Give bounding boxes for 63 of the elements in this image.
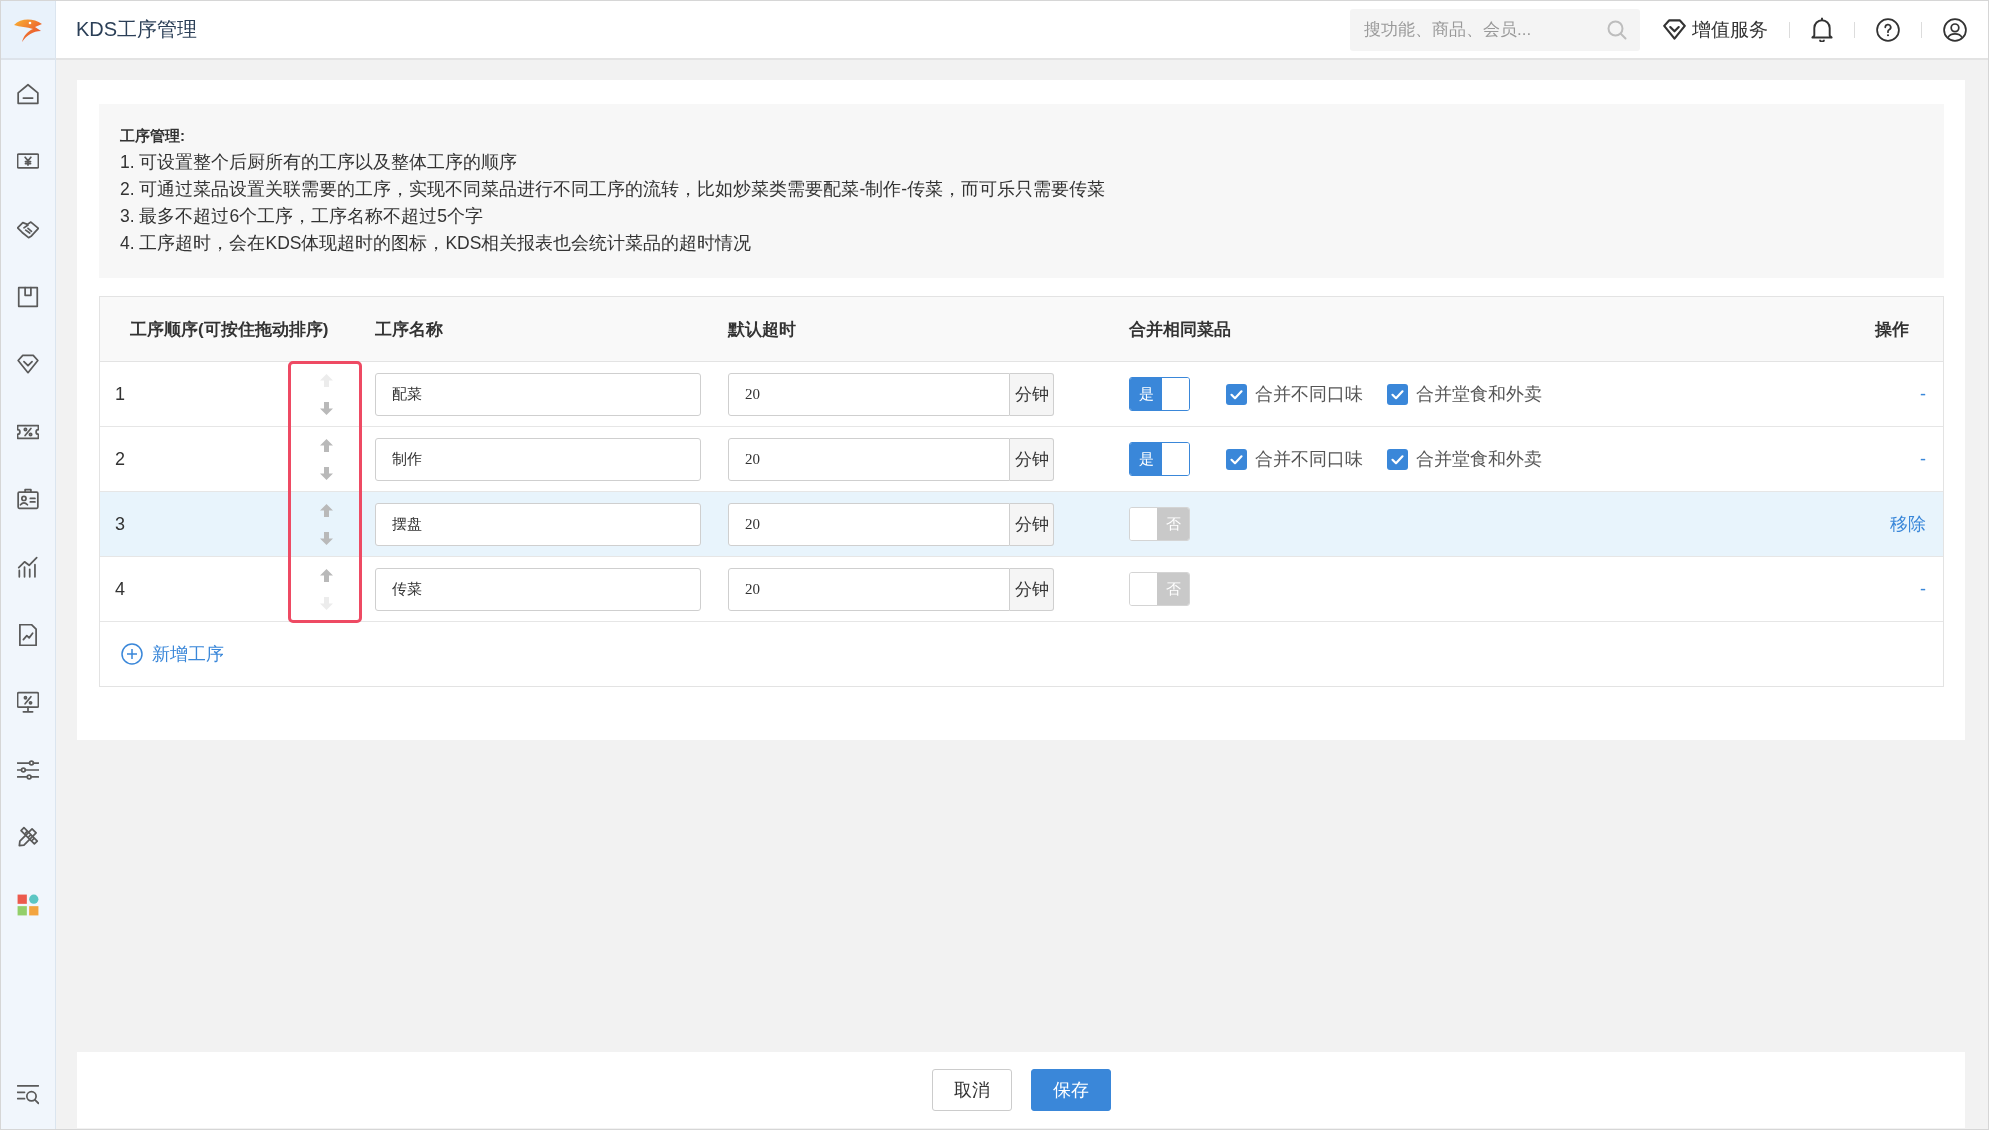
- unit-label: 分钟: [1010, 437, 1054, 481]
- notes-line: 3. 最多不超过6个工序，工序名称不超过5个字: [120, 205, 484, 228]
- order-number: 3: [115, 513, 126, 535]
- search-field[interactable]: 搜功能、商品、会员...: [1350, 8, 1640, 51]
- notes-line: 4. 工序超时，会在KDS体现超时的图标，KDS相关报表也会统计菜品的超时情况: [120, 232, 753, 255]
- order-number: 1: [115, 383, 126, 405]
- order-number: 4: [115, 578, 126, 600]
- apps-icon[interactable]: [17, 893, 39, 916]
- timeout-input[interactable]: 20: [728, 567, 1010, 611]
- name-input[interactable]: 摆盘: [375, 502, 701, 546]
- unit-label: 分钟: [1010, 567, 1054, 611]
- checkbox-label[interactable]: 合并堂食和外卖: [1416, 447, 1542, 471]
- name-input[interactable]: 传菜: [375, 567, 701, 611]
- toggle-switch[interactable]: 是: [1129, 442, 1190, 476]
- menu-search-icon[interactable]: [17, 1083, 39, 1105]
- pencil-ruler-icon[interactable]: [17, 826, 39, 849]
- action-link[interactable]: -: [1920, 448, 1926, 470]
- chart-icon[interactable]: [17, 555, 39, 578]
- logo-icon[interactable]: [13, 17, 43, 42]
- value-added-services-button[interactable]: 增值服务: [1663, 16, 1768, 43]
- home-icon[interactable]: [17, 82, 39, 105]
- report-icon[interactable]: [17, 623, 39, 646]
- handshake-icon[interactable]: [17, 218, 39, 240]
- id-card-icon[interactable]: [17, 488, 39, 511]
- timeout-input[interactable]: 20: [728, 502, 1010, 546]
- sliders-icon[interactable]: [17, 758, 39, 781]
- save-button[interactable]: 保存: [1030, 1069, 1111, 1111]
- column-header: 默认超时: [728, 318, 796, 341]
- notes-line: 2. 可通过菜品设置关联需要的工序，实现不同菜品进行不同工序的流转，比如炒菜类需要配菜-制作-传菜，而可乐只需要传菜: [120, 178, 1107, 201]
- name-input[interactable]: 制作: [375, 437, 701, 481]
- checkbox[interactable]: [1226, 448, 1247, 470]
- unit-label: 分钟: [1010, 372, 1054, 416]
- column-header: 合并相同菜品: [1129, 318, 1231, 341]
- user-icon[interactable]: [1943, 17, 1967, 42]
- checkbox-label[interactable]: 合并不同口味: [1255, 382, 1363, 406]
- notes-line: 1. 可设置整个后厨所有的工序以及整体工序的顺序: [120, 151, 519, 174]
- diamond-icon: [1663, 19, 1686, 40]
- cancel-button[interactable]: 取消: [931, 1069, 1012, 1111]
- action-link[interactable]: -: [1920, 383, 1926, 405]
- unit-label: 分钟: [1010, 502, 1054, 546]
- name-input[interactable]: 配菜: [375, 372, 701, 416]
- action-link[interactable]: -: [1920, 578, 1926, 600]
- timeout-input[interactable]: 20: [728, 437, 1010, 481]
- box-icon[interactable]: [17, 285, 39, 308]
- column-header: 操作: [1875, 318, 1910, 341]
- plus-circle-icon: [121, 643, 143, 665]
- checkbox-label[interactable]: 合并堂食和外卖: [1416, 382, 1542, 406]
- checkbox[interactable]: [1226, 383, 1247, 405]
- add-step-button[interactable]: 新增工序: [121, 642, 224, 666]
- monitor-icon[interactable]: [17, 691, 39, 714]
- diamond-icon[interactable]: [17, 353, 39, 376]
- checkbox-label[interactable]: 合并不同口味: [1255, 447, 1363, 471]
- toggle-switch[interactable]: 是: [1129, 377, 1190, 411]
- column-header: 工序名称: [375, 318, 443, 341]
- help-icon[interactable]: [1876, 17, 1900, 42]
- checkbox[interactable]: [1387, 448, 1408, 470]
- page-title: KDS工序管理: [76, 17, 199, 42]
- notes-title: 工序管理:: [120, 126, 186, 146]
- bell-icon[interactable]: [1811, 17, 1833, 42]
- order-number: 2: [115, 448, 126, 470]
- checkbox[interactable]: [1387, 383, 1408, 405]
- column-header: 工序顺序(可按住拖动排序): [129, 318, 329, 341]
- timeout-input[interactable]: 20: [728, 372, 1010, 416]
